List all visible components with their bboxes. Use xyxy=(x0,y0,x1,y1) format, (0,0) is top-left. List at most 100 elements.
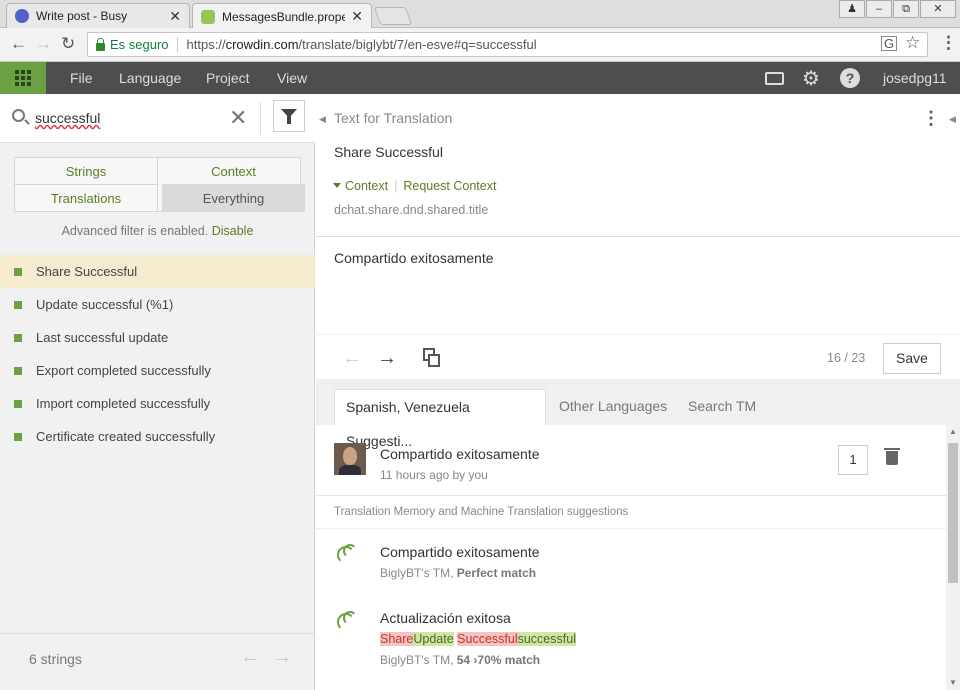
list-item[interactable]: Update successful (%1) xyxy=(0,288,315,321)
secure-label: Es seguro xyxy=(110,37,178,52)
menu-project[interactable]: Project xyxy=(206,70,250,86)
more-options-icon[interactable]: ⋮ xyxy=(922,108,940,129)
save-button[interactable]: Save xyxy=(883,343,941,374)
divider xyxy=(316,236,960,237)
list-item[interactable]: Certificate created successfully xyxy=(0,420,315,453)
context-toggle[interactable]: Context xyxy=(345,179,388,193)
tm-source: BiglyBT's TM, xyxy=(380,566,457,580)
caret-down-icon xyxy=(333,183,341,188)
keyboard-icon[interactable] xyxy=(765,72,784,85)
help-icon[interactable]: ? xyxy=(840,68,860,88)
scrollbar-thumb[interactable] xyxy=(948,443,958,583)
scroll-up-icon[interactable]: ▲ xyxy=(949,427,957,436)
collapse-left-icon[interactable]: ◀ xyxy=(319,114,326,125)
prev-page-icon[interactable]: ← xyxy=(240,646,260,669)
copy-source-icon[interactable] xyxy=(423,348,441,367)
list-item[interactable]: Last successful update xyxy=(0,321,315,354)
request-context-link[interactable]: Request Context xyxy=(403,179,496,193)
previous-string-icon[interactable]: ← xyxy=(342,347,362,370)
tm-suggestion-meta: BiglyBT's TM, 54 ›70% match xyxy=(380,653,540,667)
string-text: Certificate created successfully xyxy=(36,429,216,444)
user-suggestion-text[interactable]: Compartido exitosamente xyxy=(380,446,540,462)
tm-diff: ShareUpdate Successfulsuccessful xyxy=(380,632,576,646)
tab-search-tm[interactable]: Search TM xyxy=(677,389,767,425)
tm-suggestion-text[interactable]: Actualización exitosa xyxy=(380,610,511,626)
tab-suggestions[interactable]: Spanish, Venezuela Suggesti... xyxy=(334,389,546,449)
tab-other-languages[interactable]: Other Languages xyxy=(548,389,678,425)
menu-file[interactable]: File xyxy=(70,70,93,86)
url-host: crowdin.com xyxy=(225,37,299,52)
filter-context[interactable]: Context xyxy=(162,158,305,185)
busy-favicon-icon xyxy=(15,9,29,23)
browser-tab-crowdin[interactable]: MessagesBundle.properti ✕ xyxy=(192,3,372,29)
status-dot xyxy=(14,366,22,375)
tm-suggestion-text[interactable]: Compartido exitosamente xyxy=(380,544,540,560)
apps-grid-icon[interactable] xyxy=(0,62,46,94)
collapse-right-icon[interactable]: ◀ xyxy=(949,114,956,125)
restore-icon[interactable]: ⧉ xyxy=(893,0,919,18)
list-item[interactable]: Import completed successfully xyxy=(0,387,315,420)
browser-tabstrip: Write post - Busy ✕ MessagesBundle.prope… xyxy=(0,0,960,29)
reload-icon[interactable]: ↻ xyxy=(61,34,75,54)
tm-source: BiglyBT's TM, xyxy=(380,653,457,667)
scroll-down-icon[interactable]: ▼ xyxy=(949,678,957,687)
lock-icon xyxy=(96,37,105,51)
tm-match: Perfect match xyxy=(456,566,537,580)
clear-search-icon[interactable]: ✕ xyxy=(229,105,247,131)
search-icon xyxy=(12,109,25,122)
list-footer: 6 strings ← → xyxy=(0,633,315,683)
next-string-icon[interactable]: → xyxy=(377,347,397,370)
source-text: Share Successful xyxy=(334,144,443,160)
section-label: Text for Translation xyxy=(334,110,453,126)
gear-icon[interactable]: ⚙ xyxy=(802,66,820,91)
translate-icon[interactable]: G xyxy=(881,36,898,51)
menu-language[interactable]: Language xyxy=(119,70,181,86)
string-count: 6 strings xyxy=(29,651,82,667)
divider xyxy=(316,495,946,496)
search-bar: successful ✕ xyxy=(0,94,315,143)
back-icon[interactable]: ← xyxy=(10,34,27,54)
tm-suggestion-meta: BiglyBT's TM, Perfect match xyxy=(380,566,536,580)
filter-strings[interactable]: Strings xyxy=(15,158,158,185)
trash-icon[interactable] xyxy=(884,448,900,465)
close-tab-icon[interactable]: ✕ xyxy=(351,8,363,25)
disable-filter-link[interactable]: Disable xyxy=(212,224,254,238)
string-text: Share Successful xyxy=(36,264,138,279)
minimize-icon[interactable]: – xyxy=(866,0,892,18)
biglybt-tm-icon xyxy=(337,609,361,631)
status-dot xyxy=(14,399,22,408)
translation-input[interactable]: Compartido exitosamente xyxy=(334,250,494,266)
url-text[interactable]: https://crowdin.com/translate/biglybt/7/… xyxy=(178,37,537,52)
new-tab-button[interactable] xyxy=(373,7,413,25)
tm-match: 54 ›70% match xyxy=(456,653,541,667)
suggestions-scrollbar[interactable]: ▲ ▼ xyxy=(946,425,960,690)
search-input[interactable]: successful xyxy=(35,110,100,126)
list-item[interactable]: Export completed successfully xyxy=(0,354,315,387)
address-bar[interactable]: Es seguro https://crowdin.com/translate/… xyxy=(87,32,928,57)
filter-translations[interactable]: Translations xyxy=(15,185,158,212)
filter-button[interactable] xyxy=(273,100,305,132)
browser-tab-busy[interactable]: Write post - Busy ✕ xyxy=(6,3,190,28)
filter-everything[interactable]: Everything xyxy=(162,185,305,212)
biglybt-tm-icon xyxy=(337,542,361,564)
diff-removed: Share xyxy=(380,632,414,646)
window-close-icon[interactable]: ✕ xyxy=(920,0,956,18)
divider xyxy=(260,102,261,134)
bookmark-star-icon[interactable]: ☆ xyxy=(905,33,920,53)
vote-count-button[interactable]: 1 xyxy=(838,445,868,475)
next-page-icon[interactable]: → xyxy=(272,646,292,669)
chrome-menu-icon[interactable]: ⋮ xyxy=(940,33,957,53)
advanced-filter-text: Advanced filter is enabled. xyxy=(61,224,209,238)
string-text: Import completed successfully xyxy=(36,396,211,411)
diff-removed: Successful xyxy=(457,632,518,646)
profile-icon[interactable]: ♟ xyxy=(839,0,865,18)
menu-view[interactable]: View xyxy=(277,70,307,86)
divider xyxy=(316,528,946,529)
list-item[interactable]: Share Successful xyxy=(0,255,315,288)
forward-icon[interactable]: → xyxy=(35,34,52,54)
url-scheme: https:// xyxy=(186,37,226,52)
user-suggestion-meta: 11 hours ago by you xyxy=(380,468,488,482)
suggestion-tabs: Spanish, Venezuela Suggesti... Other Lan… xyxy=(316,379,960,449)
close-tab-icon[interactable]: ✕ xyxy=(169,8,181,25)
user-menu[interactable]: josedpg11 xyxy=(883,70,947,86)
